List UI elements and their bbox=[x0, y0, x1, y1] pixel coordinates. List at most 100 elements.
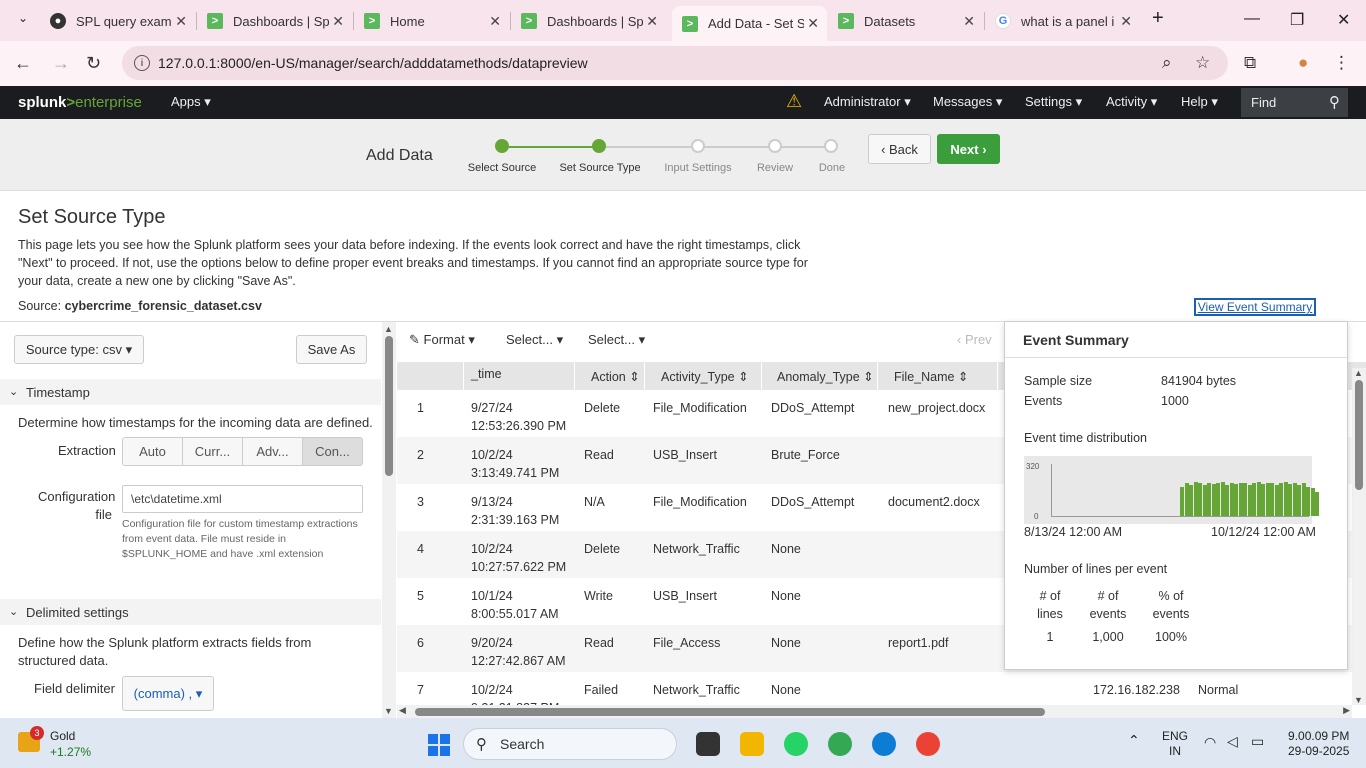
column-header-anomaly-type[interactable]: Anomaly_Type ⇕ bbox=[777, 369, 874, 384]
back-button[interactable]: ‹ Back bbox=[868, 134, 931, 164]
close-window-icon[interactable]: ✕ bbox=[1337, 10, 1350, 30]
apps-menu[interactable]: Apps ▾ bbox=[171, 94, 211, 110]
save-as-button[interactable]: Save As bbox=[296, 335, 367, 364]
close-icon[interactable]: ✕ bbox=[963, 13, 975, 30]
settings-menu[interactable]: Settings ▾ bbox=[1025, 94, 1082, 110]
next-button[interactable]: Next › bbox=[937, 134, 1000, 164]
tab-search-icon[interactable]: ⌄ bbox=[18, 11, 28, 25]
restore-icon[interactable]: ❐ bbox=[1290, 10, 1304, 30]
scroll-down-icon[interactable]: ▼ bbox=[1354, 695, 1363, 705]
close-icon[interactable]: ✕ bbox=[332, 13, 344, 30]
find-input[interactable]: Find ⚲ bbox=[1241, 88, 1348, 117]
help-menu[interactable]: Help ▾ bbox=[1181, 94, 1218, 110]
close-icon[interactable]: ✕ bbox=[489, 13, 501, 30]
zoom-icon[interactable]: ⌕ bbox=[1162, 53, 1172, 73]
wifi-icon[interactable]: ◠ bbox=[1204, 734, 1216, 751]
column-header-action[interactable]: Action ⇕ bbox=[591, 369, 640, 384]
scrollbar-thumb[interactable] bbox=[415, 708, 1045, 716]
warning-icon[interactable]: ⚠ bbox=[786, 91, 802, 112]
column-separator bbox=[574, 362, 575, 390]
extraction-option-selected[interactable]: Con... bbox=[303, 438, 362, 465]
close-icon[interactable]: ✕ bbox=[646, 13, 658, 30]
column-separator bbox=[997, 362, 998, 390]
terminal-app-icon[interactable] bbox=[696, 732, 720, 756]
extraction-option[interactable]: Curr... bbox=[183, 438, 243, 465]
url-input[interactable]: i 127.0.0.1:8000/en-US/manager/search/ad… bbox=[122, 46, 1228, 80]
new-tab-icon[interactable]: + bbox=[1152, 7, 1164, 30]
browser-tab-strip: ● SPL query examp ✕ > Dashboards | Sp ✕ … bbox=[0, 0, 1366, 41]
timestamp-section-header[interactable]: ⌄ Timestamp bbox=[0, 379, 381, 405]
edge-icon[interactable] bbox=[872, 732, 896, 756]
taskbar-search[interactable]: ⚲ Search bbox=[463, 728, 677, 760]
browser-tab[interactable]: G what is a panel i ✕ bbox=[985, 6, 1140, 36]
histogram-bar bbox=[1180, 487, 1184, 516]
browser-tab[interactable]: > Home ✕ bbox=[354, 6, 509, 36]
browser-tab[interactable]: > Datasets ✕ bbox=[828, 6, 983, 36]
close-icon[interactable]: ✕ bbox=[1120, 13, 1132, 30]
histogram-bar bbox=[1238, 483, 1243, 516]
menu-dots-icon[interactable]: ⋮ bbox=[1333, 53, 1350, 73]
horizontal-scrollbar[interactable]: ◀ ▶ bbox=[397, 705, 1352, 718]
back-arrow-icon[interactable]: ← bbox=[14, 53, 32, 74]
sort-icon: ⇕ bbox=[863, 370, 874, 384]
left-panel-scrollbar[interactable]: ▲ ▼ bbox=[382, 322, 396, 718]
splunk-logo[interactable]: splunk>enterprise bbox=[18, 94, 142, 111]
minimize-icon[interactable]: — bbox=[1244, 10, 1260, 28]
column-header-file-name[interactable]: File_Name ⇕ bbox=[894, 369, 968, 384]
search-icon[interactable]: ⚲ bbox=[1329, 93, 1340, 111]
select-dropdown[interactable]: Select... ▾ bbox=[506, 332, 563, 348]
chevron-up-icon[interactable]: ⌃ bbox=[1128, 732, 1140, 749]
messages-menu[interactable]: Messages ▾ bbox=[933, 94, 1002, 110]
language-indicator[interactable]: ENG IN bbox=[1162, 729, 1188, 759]
volume-icon[interactable]: ◁ bbox=[1227, 733, 1238, 750]
column-header-activity-type[interactable]: Activity_Type ⇕ bbox=[661, 369, 749, 384]
browser-tab[interactable]: ● SPL query examp ✕ bbox=[40, 6, 195, 36]
scroll-left-icon[interactable]: ◀ bbox=[399, 705, 406, 716]
administrator-menu[interactable]: Administrator ▾ bbox=[824, 94, 911, 110]
extraction-option[interactable]: Adv... bbox=[243, 438, 303, 465]
format-dropdown[interactable]: ✎ Format ▾ bbox=[409, 332, 475, 348]
scroll-up-icon[interactable]: ▲ bbox=[1354, 368, 1363, 378]
site-info-icon[interactable]: i bbox=[134, 55, 150, 71]
scrollbar-thumb[interactable] bbox=[385, 336, 393, 476]
battery-icon[interactable]: ▭ bbox=[1251, 733, 1264, 750]
splunk-icon: > bbox=[364, 13, 380, 29]
scrollbar-thumb[interactable] bbox=[1355, 380, 1363, 490]
browser-tab-active[interactable]: > Add Data - Set S ✕ bbox=[672, 6, 827, 41]
profile-avatar-icon[interactable]: ● bbox=[1298, 53, 1308, 73]
step-connector bbox=[502, 146, 600, 148]
popover-title: Event Summary bbox=[1005, 322, 1347, 358]
scroll-up-icon[interactable]: ▲ bbox=[384, 324, 393, 334]
system-clock[interactable]: 9.00.09 PM 29-09-2025 bbox=[1288, 729, 1349, 759]
close-icon[interactable]: ✕ bbox=[807, 15, 819, 32]
windows-start-icon[interactable] bbox=[428, 734, 450, 756]
browser-tab[interactable]: > Dashboards | Sp ✕ bbox=[197, 6, 352, 36]
chrome-profile-icon[interactable] bbox=[828, 732, 852, 756]
browser-tab[interactable]: > Dashboards | Sp ✕ bbox=[511, 6, 666, 36]
scroll-right-icon[interactable]: ▶ bbox=[1343, 705, 1350, 716]
field-delimiter-dropdown[interactable]: (comma) , ▾ bbox=[122, 676, 214, 711]
forward-arrow-icon[interactable]: → bbox=[52, 53, 70, 74]
step-dot-review bbox=[768, 139, 782, 153]
histogram-bar bbox=[1279, 483, 1283, 516]
vertical-scrollbar[interactable]: ▲ ▼ bbox=[1352, 368, 1366, 705]
chrome-icon[interactable] bbox=[916, 732, 940, 756]
bookmark-star-icon[interactable]: ☆ bbox=[1195, 53, 1210, 73]
whatsapp-icon[interactable] bbox=[784, 732, 808, 756]
config-file-input[interactable]: \etc\datetime.xml bbox=[122, 485, 363, 513]
column-header-time[interactable]: _time bbox=[471, 367, 502, 381]
extensions-icon[interactable]: ⧉ bbox=[1244, 53, 1256, 73]
close-icon[interactable]: ✕ bbox=[175, 13, 187, 30]
scroll-down-icon[interactable]: ▼ bbox=[384, 706, 393, 716]
source-type-dropdown[interactable]: Source type: csv ▾ bbox=[14, 335, 144, 364]
prev-page-button[interactable]: ‹ Prev bbox=[957, 332, 992, 347]
activity-menu[interactable]: Activity ▾ bbox=[1106, 94, 1157, 110]
histogram-bar bbox=[1310, 488, 1315, 516]
view-event-summary-link[interactable]: View Event Summary bbox=[1194, 298, 1316, 316]
reload-icon[interactable]: ↻ bbox=[86, 53, 101, 74]
select-dropdown[interactable]: Select... ▾ bbox=[588, 332, 645, 348]
delimited-settings-section-header[interactable]: ⌄ Delimited settings bbox=[0, 599, 381, 625]
windows-taskbar: 3 Gold +1.27% ⚲ Search ⌃ ENG IN ◠ ◁ ▭ 9.0… bbox=[0, 718, 1366, 768]
file-explorer-icon[interactable] bbox=[740, 732, 764, 756]
extraction-option[interactable]: Auto bbox=[123, 438, 183, 465]
